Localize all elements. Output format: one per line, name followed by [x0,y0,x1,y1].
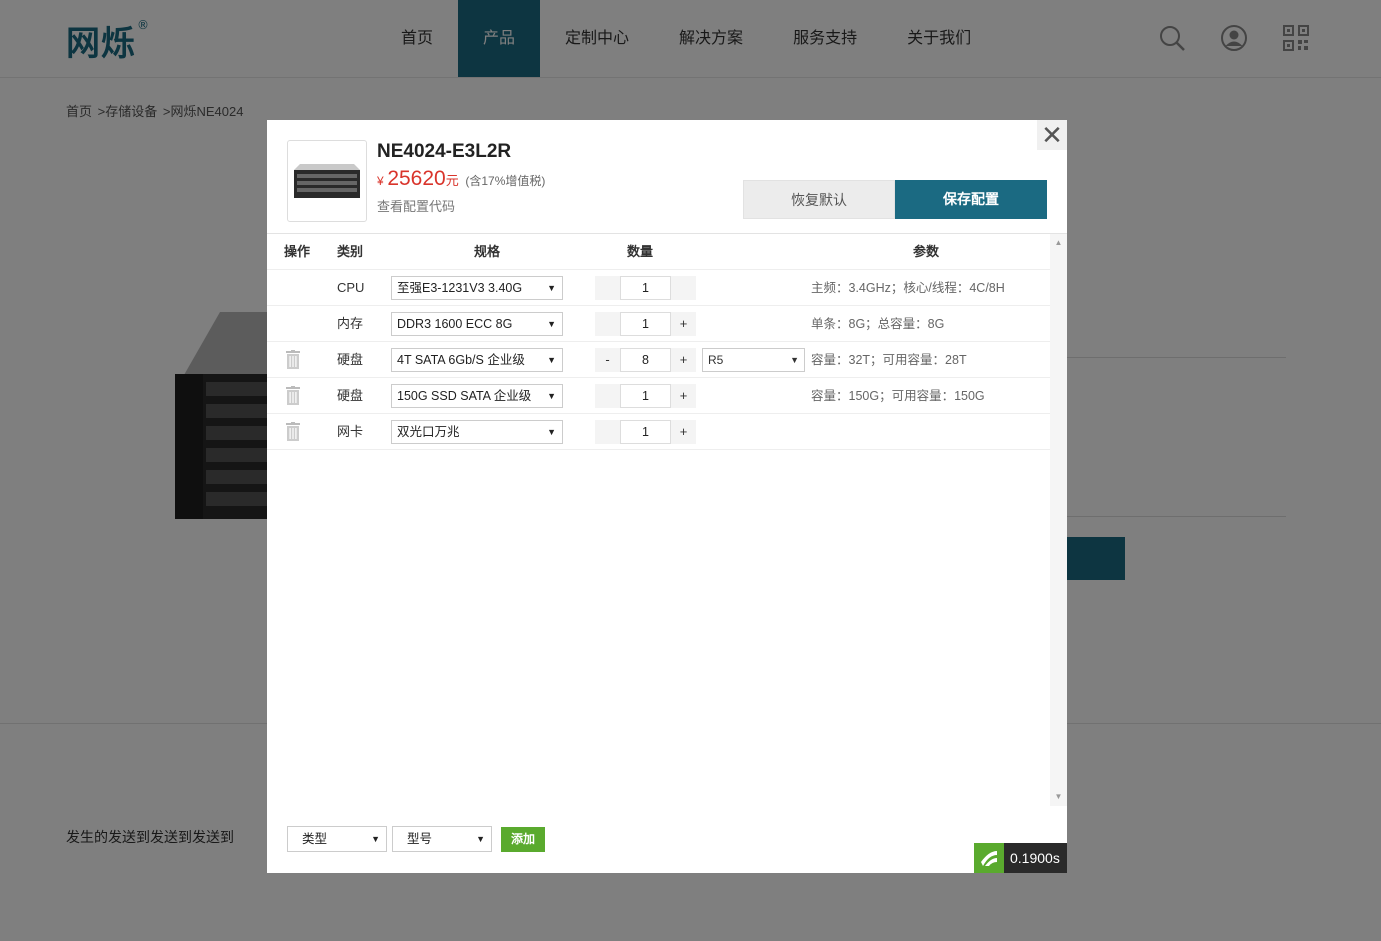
product-price: ¥ 25620元 (含17%增值税) [377,167,545,191]
tax-note: (含17%增值税) [465,174,546,188]
quantity-input[interactable]: 8 [620,348,671,372]
dropdown-arrow-icon: ▼ [547,355,556,365]
quantity-input[interactable]: 1 [620,312,671,336]
timer-value: 0.1900s [1010,850,1060,866]
spec-select[interactable]: 4T SATA 6Gb/S 企业级 ▼ [391,348,563,372]
row-category: 内存 [337,316,364,331]
row-category: 硬盘 [337,352,364,367]
quantity-increase-button[interactable]: + [671,420,696,444]
table-row: 网卡 双光口万兆 ▼ 1 + [267,414,1050,450]
table-row: CPU 至强E3-1231V3 3.40G ▼ 1 主频：3.4GHz；核心/线程… [267,270,1050,306]
spec-select[interactable]: 至强E3-1231V3 3.40G ▼ [391,276,563,300]
price-unit: 元 [445,173,459,188]
price-value: 25620 [387,167,446,190]
row-category: CPU [337,280,365,295]
table-row: 硬盘 4T SATA 6Gb/S 企业级 ▼ - 8 + R5 ▼ 容量：32T；可… [267,342,1050,378]
quantity-input[interactable]: 1 [620,384,671,408]
close-icon[interactable]: ✕ [1037,120,1067,150]
row-params: 主频：3.4GHz；核心/线程：4C/8H [811,281,1005,295]
spec-select[interactable]: DDR3 1600 ECC 8G ▼ [391,312,563,336]
table-row: 内存 DDR3 1600 ECC 8G ▼ 1 + 单条：8G；总容量：8G [267,306,1050,342]
dropdown-arrow-icon: ▼ [476,834,485,844]
product-name: NE4024-E3L2R [377,141,512,162]
spec-select[interactable]: 双光口万兆 ▼ [391,420,563,444]
add-button[interactable]: 添加 [501,827,545,852]
row-params: 容量：32T；可用容量：28T [811,353,967,367]
quantity-input[interactable]: 1 [620,420,671,444]
quantity-decrease-button[interactable] [595,276,620,300]
dropdown-arrow-icon: ▼ [547,319,556,329]
quantity-decrease-button[interactable] [595,312,620,336]
row-category: 硬盘 [337,388,364,403]
column-header-category: 类别 [337,244,364,259]
row-category: 网卡 [337,424,364,439]
config-table: 操作 类别 规格 数量 参数 CPU 至强E3-1231V3 3.40G ▼ 1 … [267,234,1067,806]
column-header-quantity: 数量 [627,244,654,259]
raid-select[interactable]: R5 ▼ [702,348,805,372]
trash-icon[interactable] [286,350,300,369]
quantity-decrease-button[interactable] [595,384,620,408]
quantity-increase-button[interactable] [671,276,696,300]
scroll-up-icon[interactable]: ▲ [1050,236,1067,250]
timer-logo-icon [974,843,1004,873]
quantity-input[interactable]: 1 [620,276,671,300]
currency-symbol: ¥ [377,174,384,188]
table-header: 操作 类别 规格 数量 参数 [267,234,1050,270]
spec-select[interactable]: 150G SSD SATA 企业级 ▼ [391,384,563,408]
scroll-down-icon[interactable]: ▼ [1050,790,1067,804]
quantity-decrease-button[interactable] [595,420,620,444]
trash-icon[interactable] [286,386,300,405]
quantity-increase-button[interactable]: + [671,312,696,336]
column-header-op: 操作 [284,244,311,259]
row-params: 容量：150G；可用容量：150G [811,389,985,403]
trash-icon[interactable] [286,422,300,441]
quantity-increase-button[interactable]: + [671,348,696,372]
quantity-increase-button[interactable]: + [671,384,696,408]
dropdown-arrow-icon: ▼ [371,834,380,844]
column-header-params: 参数 [913,244,940,259]
row-params: 单条：8G；总容量：8G [811,317,945,331]
reset-default-button[interactable]: 恢复默认 [743,180,895,219]
model-select[interactable]: 型号 ▼ [392,826,492,852]
dropdown-arrow-icon: ▼ [547,391,556,401]
type-select[interactable]: 类型 ▼ [287,826,387,852]
config-modal: ✕ NE4024-E3L2R ¥ 25620元 (含17%增值税) 查看配置代码… [267,120,1067,873]
column-header-spec: 规格 [474,244,501,259]
table-scrollbar[interactable]: ▲ ▼ [1050,234,1067,806]
view-config-code-link[interactable]: 查看配置代码 [377,196,455,215]
dropdown-arrow-icon: ▼ [547,427,556,437]
product-thumbnail [287,140,367,222]
dropdown-arrow-icon: ▼ [790,355,799,365]
dropdown-arrow-icon: ▼ [547,283,556,293]
quantity-decrease-button[interactable]: - [595,348,620,372]
load-timer-badge: 0.1900s [974,843,1067,873]
table-row: 硬盘 150G SSD SATA 企业级 ▼ 1 + 容量：150G；可用容量：1… [267,378,1050,414]
save-config-button[interactable]: 保存配置 [895,180,1047,219]
